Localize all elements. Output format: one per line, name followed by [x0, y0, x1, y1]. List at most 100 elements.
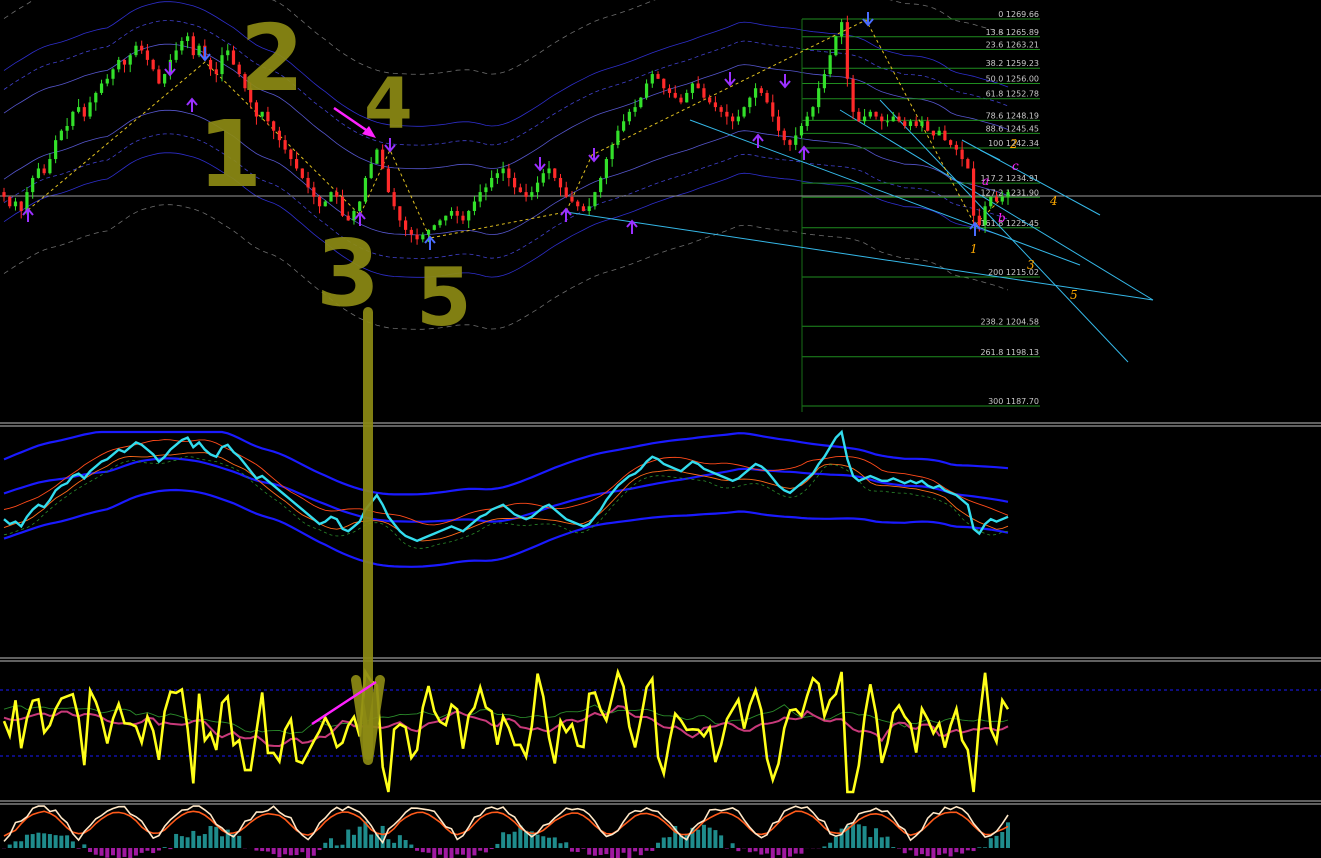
candle-body — [421, 234, 425, 240]
candle-body — [685, 92, 689, 103]
histogram-bar — [879, 837, 884, 848]
candle-body — [317, 196, 322, 207]
histogram-bar — [988, 838, 993, 848]
candle-body — [48, 159, 52, 174]
histogram-bar — [914, 848, 919, 856]
histogram-bar — [24, 834, 29, 848]
candle-body — [312, 187, 316, 197]
candle-body — [518, 187, 522, 193]
candle-body — [226, 50, 230, 56]
histogram-bar — [569, 848, 574, 852]
histogram-bar — [512, 831, 517, 848]
candle-body — [266, 111, 270, 122]
histogram-bar — [185, 837, 190, 848]
histogram-bar — [598, 848, 603, 855]
fib-label-88.6: 88.6 1245.45 — [986, 124, 1039, 133]
histogram-bar — [638, 848, 643, 856]
candle-body — [771, 102, 775, 117]
candle-body — [71, 111, 75, 126]
histogram-bar — [174, 833, 179, 848]
candle-body — [897, 116, 901, 122]
candle-body — [742, 107, 746, 117]
histogram-bar — [36, 832, 41, 848]
histogram-bar — [208, 826, 213, 848]
candle-body — [868, 111, 872, 117]
histogram-bar — [874, 828, 879, 848]
histogram-bar — [541, 836, 546, 848]
candle-body — [94, 92, 98, 103]
histogram-bar — [76, 848, 81, 849]
histogram-bar — [535, 834, 540, 848]
candle-body — [782, 130, 786, 141]
candle-body — [19, 201, 23, 211]
candle-body — [375, 149, 379, 164]
candle-body — [943, 130, 947, 141]
candle-body — [386, 168, 390, 193]
candle-body — [214, 69, 218, 75]
histogram-bar — [564, 842, 569, 848]
fib-label-38.2: 38.2 1259.23 — [986, 59, 1039, 68]
candle-body — [639, 97, 643, 108]
candle-body — [191, 36, 195, 56]
candle-body — [966, 159, 970, 169]
candle-body — [564, 187, 568, 197]
candle-body — [306, 177, 310, 188]
candle-body — [404, 220, 408, 230]
histogram-bar — [156, 848, 161, 851]
candle-body — [731, 116, 735, 122]
big-wave-label-1: 1 — [198, 101, 262, 208]
histogram-bar — [501, 832, 506, 848]
histogram-bar — [891, 847, 896, 848]
histogram-bar — [552, 837, 557, 848]
histogram-bar — [793, 848, 798, 854]
histogram-bar — [357, 826, 362, 848]
candle-body — [31, 177, 35, 193]
histogram-bar — [908, 848, 913, 851]
candle-body — [381, 149, 385, 169]
histogram-bar — [139, 848, 144, 853]
candle-body — [960, 149, 964, 160]
histogram-bar — [483, 848, 488, 853]
candle-body — [449, 210, 454, 216]
fib-label-300: 300 1187.70 — [988, 397, 1039, 406]
candle-body — [329, 192, 333, 202]
histogram-bar — [575, 848, 580, 853]
histogram-bar — [925, 848, 930, 857]
abc-label-a: a — [982, 174, 989, 188]
candle-body — [1000, 196, 1004, 202]
chart-root: 0 1269.66 13.8 1265.89 23.6 1263.21 38.2 12… — [0, 0, 1321, 858]
histogram-bar — [19, 841, 24, 848]
candle-body — [891, 116, 895, 122]
candle-body — [501, 168, 505, 174]
fib-label-261.8: 261.8 1198.13 — [980, 348, 1039, 357]
fib-label-238.2: 238.2 1204.58 — [980, 317, 1039, 326]
candle-body — [507, 168, 511, 178]
candle-body — [117, 59, 121, 70]
candle-body — [776, 116, 781, 131]
candle-body — [36, 168, 41, 178]
histogram-bar — [931, 848, 936, 858]
candle-body — [455, 210, 459, 216]
candle-body — [530, 192, 534, 197]
candle-body — [971, 168, 976, 216]
histogram-bar — [730, 843, 735, 848]
candle-body — [553, 168, 557, 178]
candle-body — [593, 192, 597, 207]
histogram-bar — [323, 842, 328, 848]
histogram-bar — [942, 848, 947, 854]
candle-body — [145, 50, 150, 60]
candle-body — [438, 220, 442, 226]
histogram-bar — [472, 848, 477, 856]
histogram-bar — [162, 847, 167, 848]
small-wave-label-1: 1 — [970, 242, 978, 256]
histogram-bar — [7, 844, 12, 848]
histogram-bar — [965, 848, 970, 851]
candle-body — [185, 36, 190, 42]
histogram-bar — [409, 844, 414, 848]
candle-body — [627, 111, 631, 122]
histogram-bar — [587, 848, 592, 855]
candle-body — [157, 69, 161, 84]
histogram-bar — [168, 848, 173, 850]
histogram-bar — [426, 848, 431, 853]
histogram-bar — [88, 848, 93, 853]
